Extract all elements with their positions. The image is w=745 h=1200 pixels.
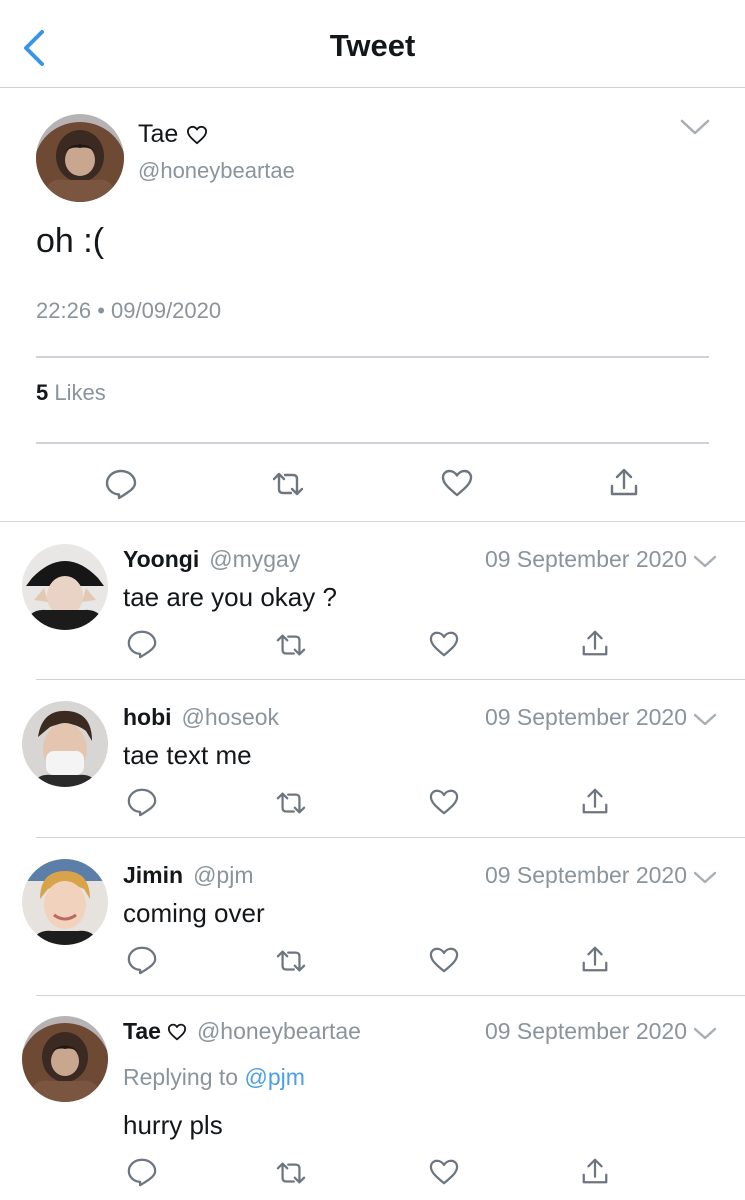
share-icon (610, 468, 638, 496)
retweet-button[interactable] (274, 946, 308, 976)
share-button[interactable] (580, 786, 610, 816)
avatar[interactable] (22, 1016, 108, 1102)
like-button[interactable] (428, 1158, 460, 1186)
author-handle[interactable]: @honeybeartae (138, 158, 295, 184)
reply-date: 09 September 2020 (484, 704, 687, 730)
chevron-down-icon (693, 555, 717, 568)
reply-text: tae text me (123, 740, 252, 770)
like-button[interactable] (428, 630, 460, 658)
reply-author-name[interactable]: Tae (123, 1018, 187, 1045)
divider (36, 442, 709, 444)
reply-text: coming over (123, 898, 265, 928)
avatar[interactable] (22, 859, 108, 945)
share-button[interactable] (580, 944, 610, 974)
avatar[interactable] (36, 114, 124, 202)
chevron-down-icon (680, 119, 710, 135)
chevron-down-icon (693, 1027, 717, 1040)
reply-author-name[interactable]: hobi (123, 704, 172, 731)
divider (36, 356, 709, 358)
likes-label: Likes (54, 380, 106, 405)
likes-count: 5 (36, 380, 49, 405)
share-icon (582, 630, 608, 656)
reply-header: Jimin @pjm (123, 862, 254, 889)
tweet-date: 09/09/2020 (111, 298, 222, 323)
replying-prefix: Replying to (123, 1064, 239, 1090)
reply-header: hobi @hoseok (123, 704, 279, 731)
reply-header: Tae @honeybeartae (123, 1018, 361, 1045)
replying-to-link[interactable]: @pjm (244, 1064, 304, 1090)
reply-button[interactable] (126, 944, 158, 976)
reply-tweet[interactable]: Jimin @pjm 09 September 2020 coming over (0, 838, 745, 996)
retweet-icon (272, 472, 304, 496)
share-icon (582, 946, 608, 972)
share-button[interactable] (580, 628, 610, 658)
tweet-time: 22:26 (36, 298, 92, 323)
page-title: Tweet (329, 28, 416, 63)
reply-button[interactable] (126, 786, 158, 818)
heart-icon (429, 789, 459, 815)
heart-icon (429, 631, 459, 657)
reply-date: 09 September 2020 (484, 546, 687, 572)
retweet-icon (276, 634, 306, 656)
reply-author-handle[interactable]: @hoseok (182, 704, 280, 731)
comment-icon (127, 788, 157, 817)
reply-date: 09 September 2020 (484, 1018, 687, 1044)
retweet-button[interactable] (274, 788, 308, 818)
reply-author-name[interactable]: Yoongi (123, 546, 199, 573)
reply-header: Yoongi @mygay (123, 546, 300, 573)
like-button[interactable] (440, 468, 474, 498)
share-button[interactable] (580, 1156, 610, 1186)
retweet-icon (276, 1162, 306, 1184)
reply-tweet[interactable]: hobi @hoseok 09 September 2020 tae text … (0, 680, 745, 838)
reply-button[interactable] (126, 628, 158, 660)
like-button[interactable] (428, 946, 460, 974)
retweet-button[interactable] (274, 1158, 308, 1188)
reply-date: 09 September 2020 (484, 862, 687, 888)
reply-button[interactable] (126, 1156, 158, 1188)
share-icon (582, 1158, 608, 1184)
tweet-options-button[interactable] (678, 116, 712, 140)
comment-icon (127, 946, 157, 975)
chevron-down-icon (693, 713, 717, 726)
tweet-timestamp: 22:26 • 09/09/2020 (36, 298, 221, 324)
heart-outline-icon (187, 125, 208, 144)
share-icon (582, 788, 608, 814)
reply-author-handle[interactable]: @mygay (209, 546, 300, 573)
reply-options-button[interactable] (692, 869, 718, 887)
retweet-icon (276, 950, 306, 972)
comment-icon (105, 469, 137, 500)
chevron-down-icon (693, 871, 717, 884)
heart-icon (429, 1159, 459, 1185)
reply-options-button[interactable] (692, 553, 718, 571)
share-button[interactable] (608, 466, 640, 498)
heart-outline-icon (167, 1023, 187, 1040)
reply-tweet[interactable]: Yoongi @mygay 09 September 2020 tae are … (0, 522, 745, 680)
top-bar: Tweet (0, 0, 745, 88)
main-tweet: Tae @honeybeartae oh :( 22:26 • 09/09/20… (0, 88, 745, 522)
likes-count-link[interactable]: 5 Likes (36, 380, 106, 406)
retweet-button[interactable] (274, 630, 308, 660)
heart-icon (429, 947, 459, 973)
reply-author-handle[interactable]: @pjm (193, 862, 253, 889)
retweet-icon (276, 792, 306, 814)
tweet-text: oh :( (36, 222, 105, 260)
heart-icon (441, 469, 473, 497)
reply-tweet[interactable]: Tae @honeybeartae 09 September 2020 Repl… (0, 996, 745, 1200)
reply-text: tae are you okay ? (123, 582, 337, 612)
like-button[interactable] (428, 788, 460, 816)
avatar[interactable] (22, 701, 108, 787)
reply-options-button[interactable] (692, 711, 718, 729)
reply-options-button[interactable] (692, 1025, 718, 1043)
reply-button[interactable] (104, 468, 138, 500)
reply-author-handle[interactable]: @honeybeartae (197, 1018, 361, 1045)
replying-to: Replying to @pjm (123, 1064, 305, 1091)
author-name[interactable]: Tae (138, 120, 208, 149)
comment-icon (127, 630, 157, 659)
comment-icon (127, 1158, 157, 1187)
reply-text: hurry pls (123, 1110, 223, 1140)
avatar[interactable] (22, 544, 108, 630)
retweet-button[interactable] (270, 468, 306, 500)
meta-separator: • (97, 298, 112, 323)
reply-author-name[interactable]: Jimin (123, 862, 183, 889)
